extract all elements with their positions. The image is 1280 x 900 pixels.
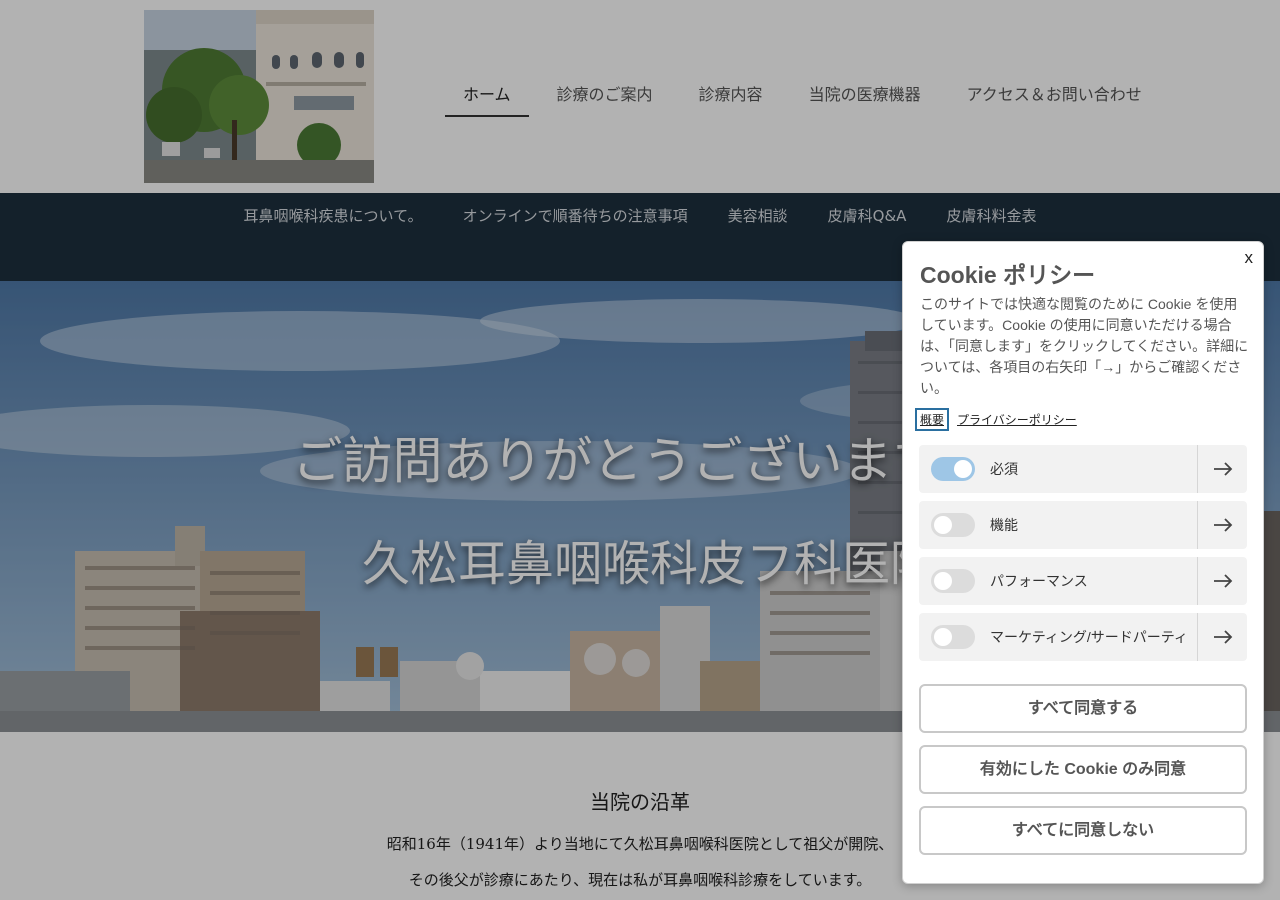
arrow-right-icon[interactable] [1197, 557, 1247, 605]
cookie-category-list: 必須 機能 パフォーマンス マーケティング/サードパーティ [919, 445, 1247, 669]
close-icon[interactable]: x [1245, 248, 1254, 268]
overview-link[interactable]: 概要 [915, 408, 950, 431]
accept-selected-button[interactable]: 有効にした Cookie のみ同意 [919, 745, 1247, 794]
cookie-category-marketing: マーケティング/サードパーティ [919, 613, 1247, 661]
cookie-dialog-title: Cookie ポリシー [920, 262, 1096, 288]
functional-toggle[interactable] [931, 513, 975, 537]
privacy-policy-link[interactable]: プライバシーポリシー [957, 411, 1077, 428]
cookie-dialog-description: このサイトでは快適な閲覧のために Cookie を使用しています。Cookie … [920, 296, 1249, 396]
category-label: パフォーマンス [990, 573, 1088, 589]
toggle-knob [934, 516, 952, 534]
cookie-category-required: 必須 [919, 445, 1247, 493]
toggle-knob [934, 572, 952, 590]
arrow-right-icon[interactable] [1197, 501, 1247, 549]
cookie-policy-dialog: x Cookie ポリシー このサイトでは快適な閲覧のために Cookie を使… [902, 241, 1264, 884]
accept-all-button[interactable]: すべて同意する [919, 684, 1247, 733]
required-toggle[interactable] [931, 457, 975, 481]
category-label: 機能 [990, 517, 1018, 533]
arrow-right-icon[interactable] [1197, 445, 1247, 493]
reject-all-button[interactable]: すべてに同意しない [919, 806, 1247, 855]
cookie-category-performance: パフォーマンス [919, 557, 1247, 605]
category-label: 必須 [990, 461, 1018, 477]
performance-toggle[interactable] [931, 569, 975, 593]
category-label: マーケティング/サードパーティ [990, 629, 1188, 645]
arrow-right-icon[interactable] [1197, 613, 1247, 661]
toggle-knob [934, 628, 952, 646]
toggle-knob [954, 460, 972, 478]
marketing-toggle[interactable] [931, 625, 975, 649]
cookie-dialog-links: 概要 プライバシーポリシー [915, 408, 1077, 431]
cookie-category-functional: 機能 [919, 501, 1247, 549]
